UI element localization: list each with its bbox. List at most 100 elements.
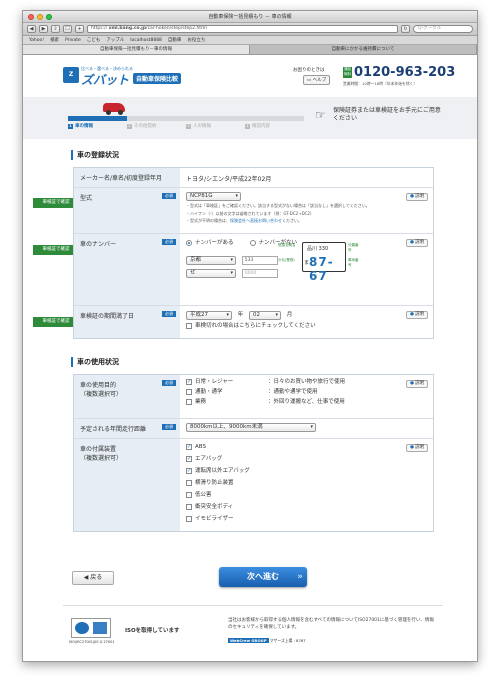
purpose-checkbox[interactable] [186, 389, 192, 395]
purpose-checkbox[interactable] [186, 399, 192, 405]
close-window-button[interactable] [28, 14, 34, 20]
help-button[interactable]: ▭ ヘルプ [303, 75, 331, 85]
help-button[interactable]: 説明 [406, 239, 428, 247]
business-hours: 営業時間：10時～18時（年末年始を除く） [343, 81, 418, 86]
model-label: 型式 [80, 195, 93, 202]
purpose-sub: （複数選択可） [80, 391, 123, 398]
model-note-3-post: ください。 [282, 218, 302, 223]
equipment-label-cell: 車の付属装置 （複数選択可） [74, 439, 180, 531]
required-badge: 必須 [162, 424, 176, 430]
plate-region-select[interactable]: 京都 [186, 256, 236, 265]
purpose-desc: ：日々のお買い物や旅行で使用 [268, 379, 346, 385]
purpose-option: 業務 ：外回り運搬など、仕事で使用 [186, 397, 427, 407]
model-select[interactable]: NCP81G [186, 192, 241, 201]
reader-icon[interactable]: ☐ [63, 25, 72, 33]
plate-kana-select[interactable]: せ [186, 269, 236, 278]
help-button[interactable]: 説明 [406, 193, 428, 201]
vehicle-section-title: 車の登録状況 [71, 150, 119, 160]
vehicle-form: メーカー名/車名/初度登録年月 トヨタ/シエンタ/平成22年02月 型式 必須 N… [73, 167, 434, 339]
next-button[interactable]: 次へ進む » [219, 567, 307, 587]
logo-name[interactable]: ズバット [81, 71, 129, 88]
insurer-contact-link[interactable]: 保険会社へ直接お問い合わせ [230, 218, 282, 223]
tab-bar: 自動車保険一括見積もり－車の情報 自動車にかかる維持費について [23, 45, 477, 55]
purpose-name: 業務 [195, 399, 207, 405]
mileage-select[interactable]: 8000km以上、9000km未満 [186, 423, 316, 432]
bookmark-item[interactable]: Private [65, 38, 81, 43]
step-number: 2 [127, 123, 132, 129]
site-header: Z 比べる・選べる・決められる ズバット 自動車保険比較 お困りのときは ▭ ヘ… [23, 57, 477, 97]
forward-arrow-icon[interactable]: ▶ [39, 25, 48, 33]
required-badge: 必須 [162, 311, 176, 317]
url-scheme: https:// [91, 26, 108, 31]
equipment-checkbox[interactable]: ✓ [186, 456, 192, 462]
equipment-option: 衝突安全ボディ [186, 501, 427, 513]
step-label: その他契約 [134, 124, 157, 129]
equipment-checkbox[interactable] [186, 516, 192, 522]
mileage-row: 予定される年間走行距離 必須 8000km以上、9000km未満 [74, 419, 433, 439]
logo-icon[interactable]: Z [63, 67, 79, 83]
share-icon[interactable]: ⇪ [51, 25, 60, 33]
new-tab-icon[interactable]: + [75, 25, 84, 33]
equipment-checkbox[interactable]: ✓ [186, 444, 192, 450]
plate-has-label: ナンバーがある [195, 240, 234, 246]
plate-label: 車のナンバー [80, 241, 117, 248]
plate-number-input[interactable]: 0000 [241, 269, 278, 278]
plate-lbl-kana: かな(業態) [278, 258, 295, 262]
plate-lbl-class: 分類番号 [348, 243, 359, 252]
plate-none-radio[interactable] [249, 240, 256, 246]
equipment-option: 低公害 [186, 489, 427, 501]
zoom-window-button[interactable] [46, 14, 52, 20]
bookmark-item[interactable]: Yahoo! [29, 38, 44, 43]
back-button[interactable]: ◀ 戻る [72, 571, 114, 585]
search-field[interactable]: Q-グーグル [413, 25, 473, 33]
help-button[interactable]: 説明 [406, 311, 428, 319]
bookmark-item[interactable]: 検索 [50, 37, 59, 43]
plate-class-input[interactable]: 533 [241, 256, 278, 265]
purpose-name: 通勤・通学 [195, 389, 223, 395]
expiry-value-cell: 平成27 年 02 月 説明 車検切れの場合はこちらにチェックしてください [180, 306, 433, 338]
purpose-label: 車の使用目的 [80, 382, 117, 389]
equipment-checkbox[interactable]: ✓ [186, 468, 192, 474]
expiry-month-select[interactable]: 02 [249, 311, 282, 320]
month-suffix: 月 [286, 312, 293, 318]
url-host: xml.bang.co.jp [108, 26, 147, 31]
plate-has-radio[interactable] [186, 240, 192, 246]
equipment-checkbox[interactable] [186, 504, 192, 510]
bookmark-item[interactable]: 自動車 [168, 37, 182, 43]
purpose-checkbox[interactable]: ✓ [186, 379, 192, 385]
expired-checkbox[interactable] [186, 323, 192, 329]
reload-icon[interactable]: ↻ [401, 25, 410, 33]
bookmark-item[interactable]: こども [87, 37, 101, 43]
tab-active[interactable]: 自動車保険一括見積もり－車の情報 [23, 45, 250, 54]
prepare-documents-notice: 保険証券または車検証をお手元にご用意ください [333, 107, 441, 122]
required-badge: 必須 [162, 380, 176, 386]
minimize-window-button[interactable] [37, 14, 43, 20]
model-value-cell: NCP81G 説明 ・型式は「車検証」をご確認ください。該当する型式がない場合は… [180, 188, 433, 233]
help-button-label: ヘルプ [312, 78, 327, 83]
expired-check-row: 車検切れの場合はこちらにチェックしてください [186, 321, 427, 331]
back-arrow-icon[interactable]: ◀ [27, 25, 36, 33]
maker-label: メーカー名/車名/初度登録年月 [74, 168, 180, 187]
expiry-year-select[interactable]: 平成27 [186, 311, 232, 320]
tab-inactive[interactable]: 自動車にかかる維持費について [250, 45, 477, 54]
progress-bar [68, 116, 304, 121]
bookmark-item[interactable]: アップル [106, 37, 124, 43]
url-bar[interactable]: https:// xml.bang.co.jp/car-hoken/step/s… [87, 25, 398, 33]
step-2: 2 その他契約 [127, 123, 186, 129]
model-note-2: ・ハイフン（-）以前の文字は省略されています（例：GT-DC2→DC2） [186, 210, 314, 216]
privacy-statement: 当社はお客様から取得する個人情報を含むすべての情報についてISO27001に基づ… [228, 618, 434, 630]
bookmarks-bar: Yahoo! 検索 Private こども アップル localhost8888… [23, 36, 477, 45]
help-button[interactable]: 説明 [406, 444, 428, 452]
purpose-option: 通勤・通学 ：通勤や通学で使用 [186, 387, 427, 397]
plate-value-cell: ナンバーがある ナンバーがない 京都 533 せ 0000 説明 [180, 234, 433, 305]
equipment-checkbox[interactable] [186, 480, 192, 486]
step-number: 3 [186, 123, 191, 129]
plate-row: 車のナンバー必須 ナンバーがある ナンバーがない 京都 533 せ 0000 [74, 234, 433, 306]
equipment-checkbox[interactable] [186, 492, 192, 498]
purpose-option: ✓ 日常・レジャー ：日々のお買い物や旅行で使用 [186, 377, 427, 387]
help-button[interactable]: 説明 [406, 380, 428, 388]
bookmark-item[interactable]: localhost8888 [130, 38, 162, 43]
step-1: 1 車の情報 [68, 123, 127, 129]
listing-mark: マザーズ上場 : 8767 [269, 638, 306, 643]
bookmark-item[interactable]: お役立ち [187, 37, 205, 43]
